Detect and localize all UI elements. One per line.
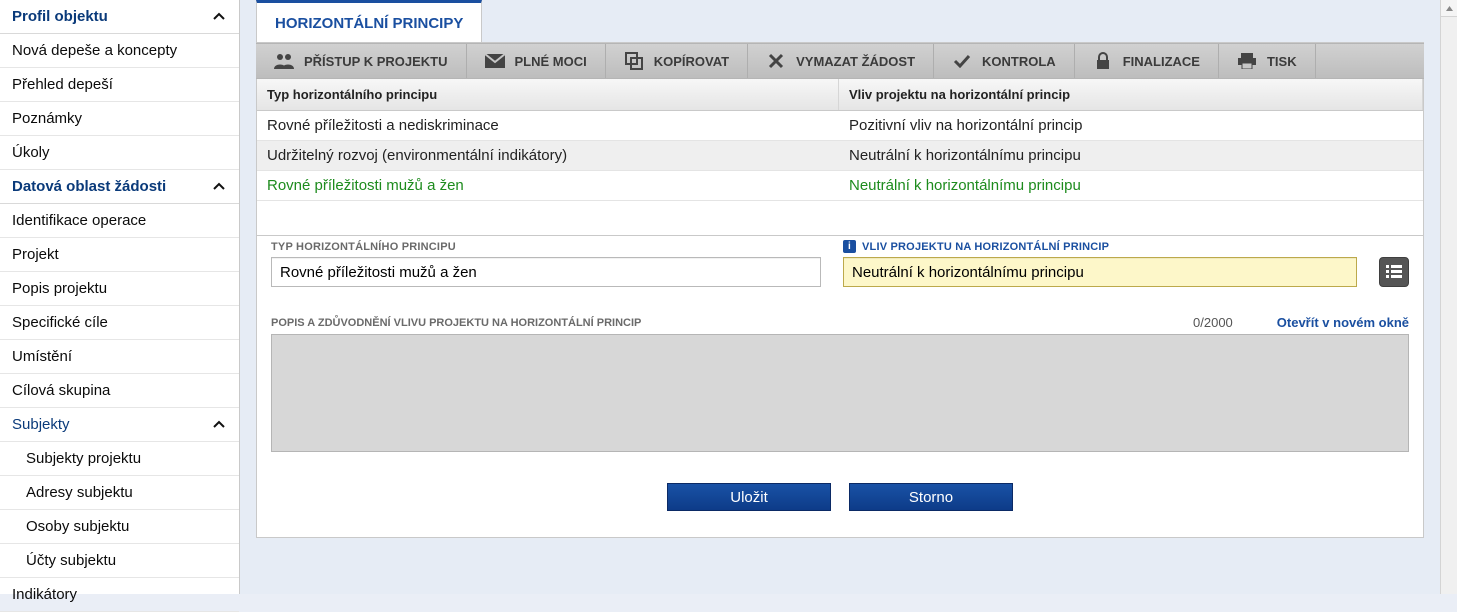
sidebar-item-ucty-subjektu[interactable]: Účty subjektu [0,544,239,578]
col-header-impact[interactable]: Vliv projektu na horizontální princip [839,79,1423,110]
cell-impact: Neutrální k horizontálnímu principu [839,171,1423,200]
toolbar-label: KONTROLA [982,54,1056,69]
toolbar-label: TISK [1267,54,1297,69]
lookup-button[interactable] [1379,257,1409,287]
sidebar-section-label: Datová oblast žádosti [12,178,166,195]
vertical-scrollbar[interactable] [1440,0,1457,594]
cell-impact: Pozitivní vliv na horizontální princip [839,111,1423,140]
sidebar-item-adresy-subjektu[interactable]: Adresy subjektu [0,476,239,510]
sidebar-item-identifikace[interactable]: Identifikace operace [0,204,239,238]
scroll-up-arrow-icon[interactable] [1441,0,1457,17]
list-icon [1386,265,1402,279]
type-input[interactable] [271,257,821,287]
table-spacer [257,201,1423,235]
toolbar-print-button[interactable]: TISK [1219,44,1316,78]
table-header: Typ horizontálního principu Vliv projekt… [257,79,1423,111]
toolbar-label: FINALIZACE [1123,54,1200,69]
save-button[interactable]: Uložit [667,483,831,511]
impact-input[interactable] [843,257,1357,287]
people-icon [274,52,294,70]
toolbar: PŘÍSTUP K PROJEKTU PLNÉ MOCI KOPÍROVAT V… [256,43,1424,79]
chevron-up-icon [211,9,227,25]
table-panel: Typ horizontálního principu Vliv projekt… [256,79,1424,236]
table-row-active[interactable]: Rovné příležitosti mužů a žen Neutrální … [257,171,1423,201]
tab-label: HORIZONTÁLNÍ PRINCIPY [275,15,463,32]
sidebar-item-osoby-subjektu[interactable]: Osoby subjektu [0,510,239,544]
cell-type: Udržitelný rozvoj (environmentální indik… [257,141,839,170]
toolbar-label: KOPÍROVAT [654,54,729,69]
form-area: TYP HORIZONTÁLNÍHO PRINCIPU i VLIV PROJE… [256,236,1424,538]
impact-field-label: i VLIV PROJEKTU NA HORIZONTÁLNÍ PRINCIP [843,240,1357,253]
table-row[interactable]: Rovné příležitosti a nediskriminace Pozi… [257,111,1423,141]
sidebar-item-ukoly[interactable]: Úkoly [0,136,239,170]
col-header-type[interactable]: Typ horizontálního principu [257,79,839,110]
cell-impact: Neutrální k horizontálnímu principu [839,141,1423,170]
cell-type: Rovné příležitosti mužů a žen [257,171,839,200]
main-content: HORIZONTÁLNÍ PRINCIPY PŘÍSTUP K PROJEKTU… [240,0,1440,594]
toolbar-delete-button[interactable]: VYMAZAT ŽÁDOST [748,44,934,78]
required-icon: i [843,240,856,253]
sidebar-item-specificke-cile[interactable]: Specifické cíle [0,306,239,340]
print-icon [1237,52,1257,70]
sidebar-section-label: Profil objektu [12,8,108,25]
char-counter: 0/2000 [1193,315,1233,330]
copy-icon [624,52,644,70]
toolbar-label: PLNÉ MOCI [515,54,587,69]
mail-icon [485,52,505,70]
chevron-up-icon [211,417,227,433]
sidebar: Profil objektu Nová depeše a koncepty Př… [0,0,240,594]
description-textarea[interactable] [271,334,1409,452]
sidebar-item-cilova-skupina[interactable]: Cílová skupina [0,374,239,408]
cancel-button[interactable]: Storno [849,483,1013,511]
tab-bar: HORIZONTÁLNÍ PRINCIPY [256,0,1424,43]
sidebar-item-popis-projektu[interactable]: Popis projektu [0,272,239,306]
sidebar-item-indikatory[interactable]: Indikátory [0,578,239,612]
sidebar-item-poznamky[interactable]: Poznámky [0,102,239,136]
sidebar-section-profil[interactable]: Profil objektu [0,0,239,34]
sidebar-item-umisteni[interactable]: Umístění [0,340,239,374]
lock-icon [1093,52,1113,70]
open-new-window-link[interactable]: Otevřít v novém okně [1277,315,1409,330]
check-icon [952,52,972,70]
sidebar-item-projekt[interactable]: Projekt [0,238,239,272]
scroll-track[interactable] [1441,17,1457,594]
table-row[interactable]: Udržitelný rozvoj (environmentální indik… [257,141,1423,171]
sidebar-subsection-label: Subjekty [12,416,70,433]
toolbar-label: VYMAZAT ŽÁDOST [796,54,915,69]
toolbar-access-button[interactable]: PŘÍSTUP K PROJEKTU [256,44,467,78]
sidebar-item-nova-depese[interactable]: Nová depeše a koncepty [0,34,239,68]
sidebar-item-subjekty-projektu[interactable]: Subjekty projektu [0,442,239,476]
type-field-label: TYP HORIZONTÁLNÍHO PRINCIPU [271,241,821,253]
sidebar-subsection-subjekty[interactable]: Subjekty [0,408,239,442]
delete-icon [766,52,786,70]
tab-horizontalni-principy[interactable]: HORIZONTÁLNÍ PRINCIPY [256,0,482,42]
sidebar-item-prehled-depesi[interactable]: Přehled depeší [0,68,239,102]
sidebar-section-datova-oblast[interactable]: Datová oblast žádosti [0,170,239,204]
toolbar-label: PŘÍSTUP K PROJEKTU [304,54,448,69]
toolbar-copy-button[interactable]: KOPÍROVAT [606,44,748,78]
desc-field-label: POPIS A ZDŮVODNĚNÍ VLIVU PROJEKTU NA HOR… [271,317,641,329]
toolbar-mandates-button[interactable]: PLNÉ MOCI [467,44,606,78]
cell-type: Rovné příležitosti a nediskriminace [257,111,839,140]
toolbar-check-button[interactable]: KONTROLA [934,44,1075,78]
toolbar-finalize-button[interactable]: FINALIZACE [1075,44,1219,78]
chevron-up-icon [211,179,227,195]
